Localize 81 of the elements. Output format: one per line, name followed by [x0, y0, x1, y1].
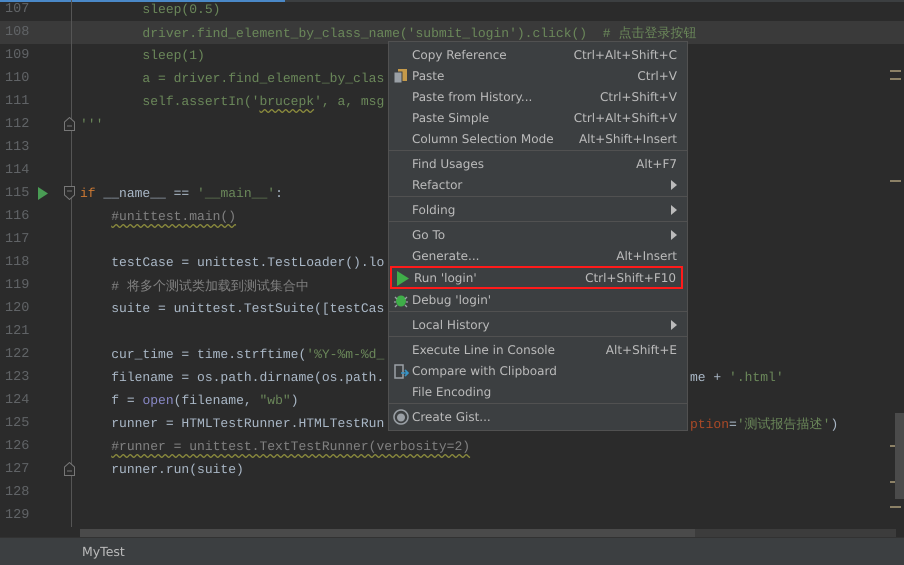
- menu-item[interactable]: Execute Line in Console Alt+Shift+E: [389, 339, 687, 360]
- breadcrumb[interactable]: MyTest: [82, 544, 125, 559]
- line-number: 107: [4, 2, 30, 17]
- menu-item[interactable]: Go To: [389, 224, 687, 245]
- line-number: 129: [4, 508, 30, 523]
- line-number: 109: [4, 48, 30, 63]
- code-line: sleep(0.5): [141, 2, 220, 17]
- fold-icon[interactable]: [64, 462, 75, 476]
- line-number: 116: [4, 209, 30, 224]
- code-line: sleep(1): [141, 48, 205, 63]
- code-line: me + '.html': [690, 370, 784, 385]
- menu-item[interactable]: Debug 'login': [389, 289, 687, 310]
- fold-icon[interactable]: [64, 117, 75, 131]
- code-line: f = open(filename, "wb"): [110, 393, 299, 408]
- shortcut-label: Ctrl+Alt+Shift+V: [574, 110, 677, 124]
- menu-item[interactable]: Create Gist...: [389, 406, 687, 427]
- code-line: driver.find_element_by_class_name('submit_login').click() # 点击登录按钮: [141, 24, 696, 42]
- line-number: 110: [4, 71, 30, 86]
- code-line: runner.run(suite): [110, 462, 244, 477]
- menu-item[interactable]: Compare with Clipboard: [389, 360, 687, 381]
- line-number: 125: [4, 416, 30, 431]
- shortcut-label: Ctrl+Shift+V: [600, 90, 677, 104]
- menu-item[interactable]: Refactor: [389, 174, 687, 195]
- clipboard-compare-icon: [393, 363, 409, 379]
- line-number: 114: [4, 163, 30, 178]
- code-line: #runner = unittest.TextTestRunner(verbosity=2): [110, 439, 470, 454]
- code-line: self.assertIn('brucepk', a, msg: [141, 94, 384, 109]
- line-number: 128: [4, 485, 30, 500]
- menu-item[interactable]: File Encoding: [389, 381, 687, 402]
- line-number: 121: [4, 324, 30, 339]
- shortcut-label: Alt+Shift+E: [606, 342, 677, 356]
- line-number: 119: [4, 278, 30, 293]
- shortcut-label: Alt+F7: [636, 156, 677, 170]
- code-line: if __name__ == '__main__':: [80, 186, 283, 201]
- menu-item[interactable]: Generate... Alt+Insert: [389, 245, 687, 266]
- line-number: 117: [4, 232, 30, 247]
- run-icon[interactable]: [38, 187, 48, 200]
- horizontal-scrollbar[interactable]: [80, 529, 896, 537]
- submenu-arrow-icon: [671, 230, 677, 240]
- paste-icon: [393, 68, 409, 84]
- line-number: 112: [4, 117, 30, 132]
- menu-item[interactable]: Paste Ctrl+V: [389, 65, 687, 86]
- code-line: a = driver.find_element_by_clas: [141, 71, 384, 86]
- line-number: 120: [4, 301, 30, 316]
- line-number: 122: [4, 347, 30, 362]
- line-number: 113: [4, 140, 30, 155]
- code-line: filename = os.path.dirname(os.path.: [110, 370, 384, 385]
- line-number: 115: [4, 186, 30, 201]
- line-number: 124: [4, 393, 30, 408]
- line-number: 118: [4, 255, 30, 270]
- code-line: testCase = unittest.TestLoader().lo: [110, 255, 384, 270]
- submenu-arrow-icon: [671, 180, 677, 190]
- shortcut-label: Ctrl+V: [637, 68, 677, 82]
- menu-item[interactable]: Find Usages Alt+F7: [389, 153, 687, 174]
- line-number: 111: [4, 94, 30, 109]
- menu-item[interactable]: Run 'login' Ctrl+Shift+F10: [390, 266, 683, 289]
- line-number: 127: [4, 462, 30, 477]
- code-line: #unittest.main(): [110, 209, 236, 224]
- code-line: runner = HTMLTestRunner.HTMLTestRun: [110, 416, 384, 431]
- menu-item[interactable]: Copy Reference Ctrl+Alt+Shift+C: [389, 44, 687, 65]
- shortcut-label: Alt+Shift+Insert: [578, 132, 677, 146]
- code-line: # 将多个测试类加载到测试集合中: [110, 278, 309, 294]
- submenu-arrow-icon: [671, 204, 677, 214]
- fold-icon[interactable]: [64, 186, 75, 200]
- menu-item[interactable]: Column Selection Mode Alt+Shift+Insert: [389, 128, 687, 149]
- code-line: ption='测试报告描述'): [690, 416, 838, 432]
- menu-item[interactable]: Local History: [389, 314, 687, 335]
- scrollbar-thumb[interactable]: [895, 413, 904, 499]
- line-number: 126: [4, 439, 30, 454]
- shortcut-label: Ctrl+Shift+F10: [585, 270, 676, 284]
- code-line: ''': [80, 117, 104, 132]
- code-line: cur_time = time.strftime('%Y-%m-%d_: [110, 347, 384, 362]
- shortcut-label: Ctrl+Alt+Shift+C: [574, 48, 677, 62]
- code-line: suite = unittest.TestSuite([testCas: [110, 301, 384, 316]
- menu-item[interactable]: Paste Simple Ctrl+Alt+Shift+V: [389, 107, 687, 128]
- menu-item[interactable]: Folding: [389, 199, 687, 220]
- run-icon: [396, 271, 410, 286]
- shortcut-label: Alt+Insert: [616, 248, 677, 262]
- line-number: 123: [4, 370, 30, 385]
- menu-item[interactable]: Paste from History... Ctrl+Shift+V: [389, 86, 687, 107]
- submenu-arrow-icon: [671, 320, 677, 330]
